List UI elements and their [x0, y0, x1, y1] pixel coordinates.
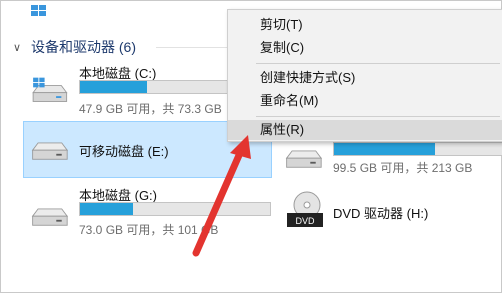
- red-arrow-annotation: [192, 135, 251, 257]
- explorer-window: ∨ 设备和驱动器 (6) 本地磁盘 (C:) 47.9 GB 可用，共 73.3…: [0, 0, 502, 293]
